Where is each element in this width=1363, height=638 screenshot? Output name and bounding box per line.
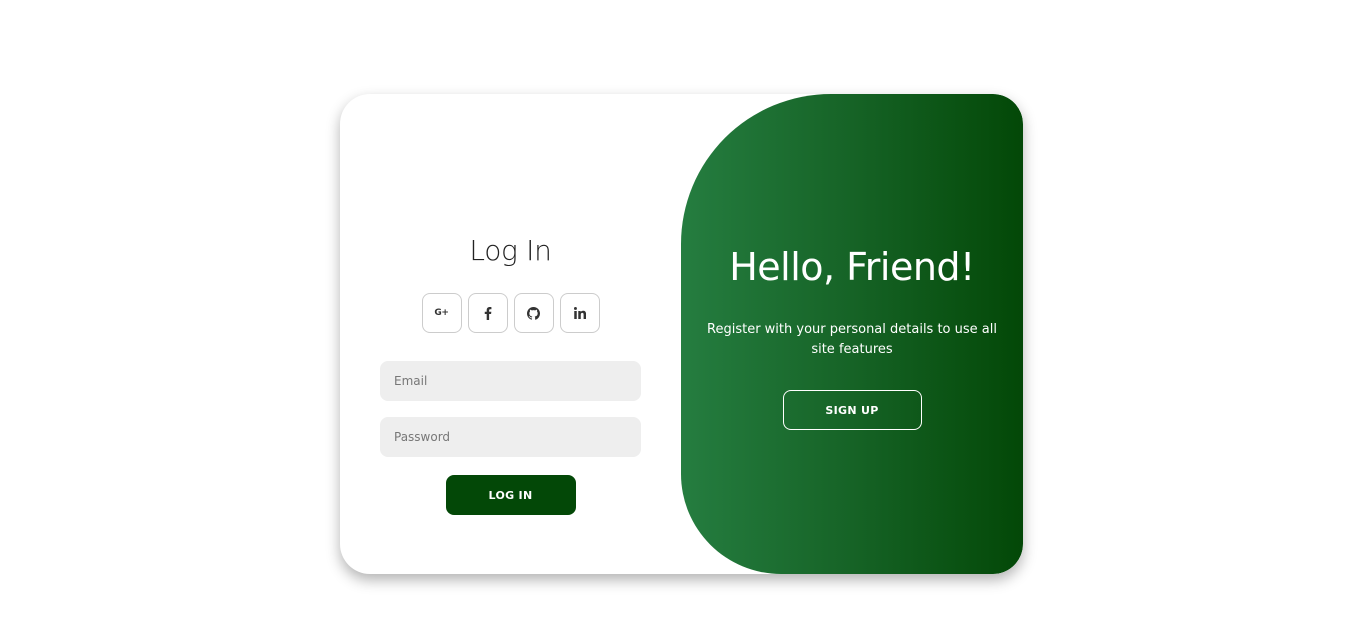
welcome-panel: Hello, Friend! Register with your person…: [681, 94, 1023, 574]
social-login-row: G+: [421, 293, 600, 333]
password-field[interactable]: [380, 417, 641, 457]
github-button[interactable]: [513, 293, 554, 333]
linkedin-icon: [573, 307, 586, 319]
welcome-title: Hello, Friend!: [729, 245, 975, 289]
linkedin-button[interactable]: [559, 293, 600, 333]
signup-button[interactable]: SIGN UP: [782, 390, 922, 430]
google-plus-button[interactable]: G+: [421, 293, 462, 333]
login-title: Log In: [469, 234, 552, 267]
login-button[interactable]: LOG IN: [445, 475, 576, 515]
github-icon: [527, 306, 540, 320]
facebook-button[interactable]: [467, 293, 508, 333]
email-field[interactable]: [380, 361, 641, 401]
login-panel: Log In G+ LOG IN: [340, 94, 681, 574]
welcome-text: Register with your personal details to u…: [707, 322, 997, 357]
auth-card: Log In G+ LOG IN: [340, 94, 1023, 574]
facebook-icon: [484, 306, 492, 320]
google-plus-icon: G+: [434, 308, 449, 318]
